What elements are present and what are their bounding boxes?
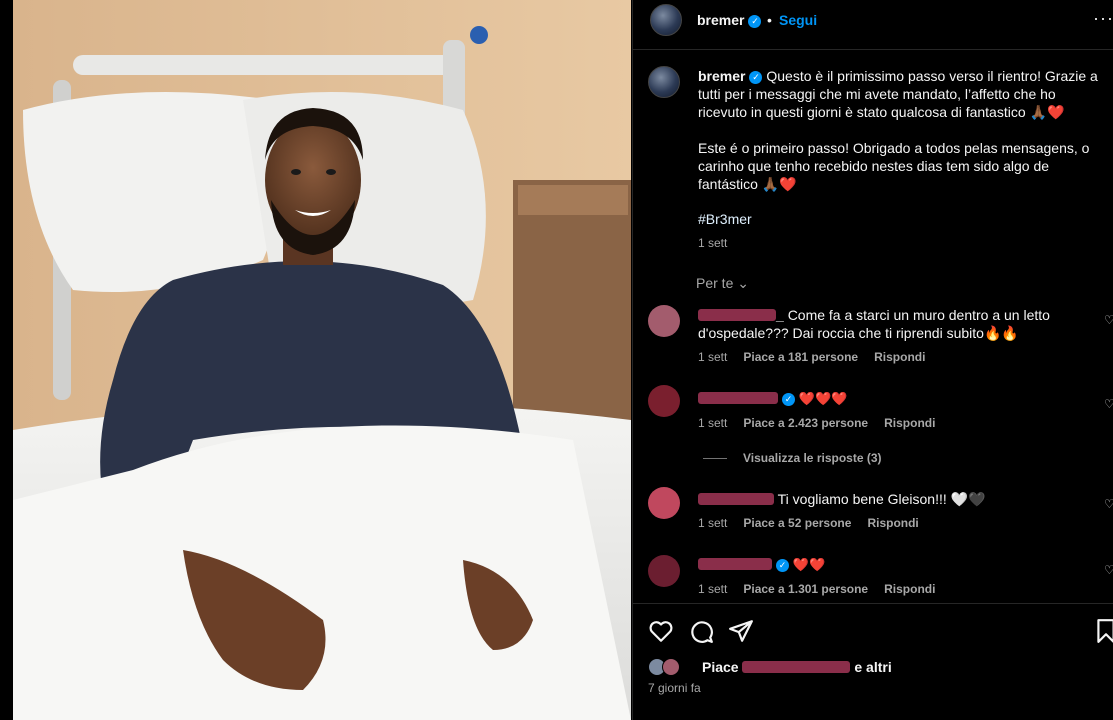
comment-time[interactable]: 1 sett: [698, 582, 727, 596]
comment-likes[interactable]: Piace a 1.301 persone: [743, 582, 868, 596]
caption-username[interactable]: bremer ✓: [698, 68, 763, 84]
commenter-username[interactable]: [698, 491, 774, 507]
replies-line: [703, 458, 727, 459]
redacted-username: [698, 392, 778, 404]
redacted-username: [698, 309, 776, 321]
post-side-panel: bremer ✓ • Segui ··· bremer ✓ Questo è il …: [632, 0, 1113, 720]
commenter-verified-icon: ✓: [782, 393, 795, 406]
caption-verified-icon: ✓: [749, 71, 763, 84]
caption-author-avatar[interactable]: [648, 66, 680, 98]
comment-likes[interactable]: Piace a 2.423 persone: [743, 416, 868, 430]
share-send-icon[interactable]: [728, 618, 754, 644]
likes-text[interactable]: Piace e altri: [702, 659, 892, 675]
redacted-username: [698, 493, 774, 505]
likes-prefix: Piace: [702, 659, 743, 675]
commenter-avatar[interactable]: [648, 487, 680, 519]
caption-timestamp[interactable]: 1 sett: [698, 236, 727, 250]
comment-like-heart-icon[interactable]: ♡: [1104, 313, 1113, 327]
commenter-username[interactable]: ✓: [698, 556, 789, 572]
verified-badge-icon: ✓: [748, 15, 762, 28]
likes-suffix[interactable]: e altri: [854, 659, 891, 675]
comment-like-heart-icon[interactable]: ♡: [1104, 497, 1113, 511]
per-te-toggle[interactable]: Per te ⌄: [696, 275, 749, 292]
commenter-username[interactable]: _: [698, 307, 784, 323]
hashtag-link[interactable]: #Br3mer: [698, 211, 752, 227]
commenter-avatar[interactable]: [648, 305, 680, 337]
separator-dot: •: [767, 12, 772, 28]
commenter-avatar[interactable]: [648, 555, 680, 587]
action-bar: [633, 603, 1113, 659]
view-replies-label[interactable]: Visualizza le risposte (3): [743, 451, 882, 465]
view-replies-button[interactable]: Visualizza le risposte (3): [703, 451, 882, 465]
comment-time[interactable]: 1 sett: [698, 416, 727, 430]
post-photo[interactable]: [0, 0, 631, 720]
hospital-bed-photo: [13, 0, 631, 720]
commenter-verified-icon: ✓: [776, 559, 789, 572]
commenter-avatar[interactable]: [648, 385, 680, 417]
post-header: bremer ✓ • Segui ···: [633, 0, 1113, 50]
comment-body: Ti vogliamo bene Gleison!!! 🤍🖤: [698, 490, 1103, 508]
comment-text: Ti vogliamo bene Gleison!!! 🤍🖤: [777, 491, 986, 507]
author-username[interactable]: bremer ✓: [697, 12, 762, 28]
redacted-liker-name: [742, 661, 851, 673]
comment-time[interactable]: 1 sett: [698, 350, 727, 364]
follow-button[interactable]: Segui: [779, 12, 817, 28]
comment-time[interactable]: 1 sett: [698, 516, 727, 530]
username-suffix: _: [776, 307, 784, 323]
comment-body: _ Come fa a starci un muro dentro a un l…: [698, 306, 1103, 342]
caption-username-text[interactable]: bremer: [698, 68, 745, 84]
save-bookmark-icon[interactable]: [1093, 618, 1113, 644]
like-heart-icon[interactable]: [648, 618, 674, 644]
comment-meta: 1 sett Piace a 52 persone Rispondi: [698, 516, 935, 530]
comment-meta: 1 sett Piace a 1.301 persone Rispondi: [698, 582, 951, 596]
more-options-icon[interactable]: ···: [1093, 8, 1113, 29]
comment-likes[interactable]: Piace a 181 persone: [743, 350, 858, 364]
commenter-username[interactable]: ✓: [698, 390, 795, 406]
reply-button[interactable]: Rispondi: [884, 582, 935, 596]
reply-button[interactable]: Rispondi: [884, 416, 935, 430]
comment-likes[interactable]: Piace a 52 persone: [743, 516, 851, 530]
reply-button[interactable]: Rispondi: [874, 350, 925, 364]
comment-body: ✓ ❤️❤️: [698, 555, 1103, 575]
comment-meta: 1 sett Piace a 181 persone Rispondi: [698, 350, 941, 364]
author-avatar[interactable]: [650, 4, 682, 36]
liker-avatar: [662, 658, 680, 676]
caption-text-pt: Este é o primeiro passo! Obrigado a todo…: [698, 140, 1090, 192]
post-date[interactable]: 7 giorni fa: [648, 681, 701, 695]
comment-bubble-icon[interactable]: [688, 618, 714, 644]
comment-text: ❤️❤️❤️: [798, 392, 848, 407]
author-username-text[interactable]: bremer: [697, 12, 744, 28]
redacted-username: [698, 558, 772, 570]
comment-meta: 1 sett Piace a 2.423 persone Rispondi: [698, 416, 951, 430]
comment-text: ❤️❤️: [792, 558, 826, 573]
comment-body: ✓ ❤️❤️❤️: [698, 389, 1103, 409]
comment-like-heart-icon[interactable]: ♡: [1104, 397, 1113, 411]
post-caption: bremer ✓ Questo è il primissimo passo ver…: [698, 67, 1108, 211]
reply-button[interactable]: Rispondi: [867, 516, 918, 530]
comment-like-heart-icon[interactable]: ♡: [1104, 563, 1113, 577]
